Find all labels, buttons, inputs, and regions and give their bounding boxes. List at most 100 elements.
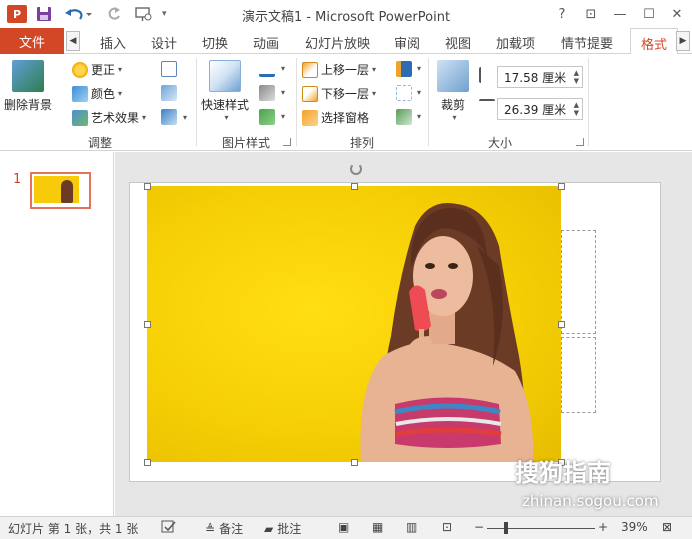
chevron-down-icon[interactable]: ▾ [417, 112, 421, 121]
selection-pane-button[interactable]: 选择窗格 [302, 109, 369, 126]
comments-label: 批注 [277, 522, 302, 536]
quick-styles-button[interactable]: 快速样式 ▾ [201, 60, 249, 122]
slide[interactable] [129, 163, 661, 482]
tab-scroll-right-icon[interactable]: ▶ [676, 31, 690, 51]
file-tab[interactable]: 文件 [0, 28, 64, 54]
resize-handle[interactable] [144, 183, 151, 190]
quick-styles-label: 快速样式 [201, 98, 250, 112]
help-button[interactable]: ? [551, 4, 573, 24]
spin-arrows-icon[interactable]: ▲ ▼ [574, 101, 579, 117]
picture-border-icon[interactable] [259, 61, 275, 77]
height-input[interactable]: 17.58 厘米 ▲ ▼ [497, 66, 583, 88]
group-divider [588, 58, 589, 146]
tab-view[interactable]: 视图 [445, 33, 471, 52]
bring-forward-button[interactable]: 上移一层 ▾ [302, 61, 376, 78]
dialog-launcher-icon[interactable] [576, 138, 584, 146]
color-button[interactable]: 颜色 ▾ [72, 85, 122, 102]
chevron-down-icon: ▾ [118, 89, 123, 98]
resize-handle[interactable] [144, 321, 151, 328]
selected-picture[interactable] [147, 186, 561, 462]
status-bar: 幻灯片 第 1 张，共 1 张 ≜ 备注 ▰ 批注 ▣ ▦ ▥ ⊡ − + 39% … [0, 516, 692, 539]
slide-thumbnail[interactable] [30, 172, 91, 209]
picture-styles-group-label: 图片样式 [221, 136, 270, 150]
text-placeholder[interactable] [561, 230, 596, 334]
group-divider [196, 58, 197, 146]
tab-review[interactable]: 审阅 [394, 33, 420, 52]
normal-view-icon[interactable]: ▣ [338, 520, 349, 534]
tab-addins[interactable]: 加载项 [496, 33, 535, 52]
corrections-button[interactable]: 更正 ▾ [72, 61, 122, 78]
slideshow-view-icon[interactable]: ⊡ [442, 520, 452, 534]
send-backward-icon [302, 85, 318, 102]
tab-design[interactable]: 设计 [151, 33, 177, 52]
tab-scroll-left-icon[interactable]: ◀ [66, 31, 80, 51]
chevron-down-icon[interactable]: ▾ [281, 88, 285, 97]
arrange-group-label: 排列 [349, 136, 374, 150]
ribbon-display-options-button[interactable]: ⊡ [580, 4, 602, 24]
watermark-brand: 搜狗指南 [515, 459, 611, 487]
tab-insert[interactable]: 插入 [100, 33, 126, 52]
quick-styles-icon [209, 60, 241, 92]
chevron-down-icon[interactable]: ▾ [417, 64, 421, 73]
tab-storyboarding[interactable]: 情节提要 [561, 33, 613, 52]
group-divider [296, 58, 297, 146]
tab-animations[interactable]: 动画 [253, 33, 279, 52]
picture-effects-icon[interactable] [259, 85, 275, 101]
tab-slideshow[interactable]: 幻灯片放映 [305, 33, 370, 52]
thumbnail-picture [34, 176, 79, 203]
align-icon[interactable] [396, 61, 412, 77]
reading-view-icon[interactable]: ▥ [406, 520, 417, 534]
zoom-in-button[interactable]: + [598, 520, 608, 534]
notes-icon: ≜ [205, 521, 216, 536]
chevron-down-icon[interactable]: ▾ [183, 113, 187, 122]
resize-handle[interactable] [351, 459, 358, 466]
chevron-down-icon: ▾ [372, 89, 377, 98]
notes-button[interactable]: ≜ 备注 [205, 520, 243, 537]
remove-background-button[interactable]: 删除背景 [4, 60, 52, 113]
resize-handle[interactable] [351, 183, 358, 190]
crop-label: 裁剪 [440, 98, 465, 112]
zoom-percent[interactable]: 39% [621, 520, 648, 534]
change-picture-icon[interactable] [161, 85, 177, 101]
spell-check-icon[interactable] [161, 520, 177, 534]
artistic-effects-icon [72, 109, 88, 126]
picture-layout-icon[interactable] [259, 109, 275, 125]
send-backward-button[interactable]: 下移一层 ▾ [302, 85, 376, 102]
tab-transitions[interactable]: 切换 [202, 33, 228, 52]
rotate-icon[interactable] [396, 109, 412, 125]
chevron-down-icon[interactable]: ▾ [417, 88, 421, 97]
group-objects-icon[interactable] [396, 85, 412, 101]
minimize-button[interactable]: — [609, 4, 631, 24]
group-divider [428, 58, 429, 146]
resize-handle[interactable] [558, 183, 565, 190]
resize-handle[interactable] [558, 321, 565, 328]
selection-pane-label: 选择窗格 [321, 111, 370, 125]
text-placeholder[interactable] [561, 337, 596, 413]
remove-background-label: 删除背景 [4, 98, 53, 112]
zoom-slider-thumb[interactable] [504, 522, 508, 534]
title-bar: P ▾ 演示文稿1 - Microsoft PowerPoint ? ⊡ — ☐… [0, 0, 692, 28]
width-input[interactable]: 26.39 厘米 ▲ ▼ [497, 98, 583, 120]
zoom-out-button[interactable]: − [474, 520, 484, 534]
comments-button[interactable]: ▰ 批注 [264, 520, 301, 537]
woman-with-popsicle-photo [360, 203, 534, 462]
selection-pane-icon [302, 109, 318, 126]
fit-to-window-icon[interactable]: ⊠ [662, 520, 672, 534]
artistic-effects-label: 艺术效果 [91, 111, 140, 125]
slide-sorter-icon[interactable]: ▦ [372, 520, 383, 534]
chevron-down-icon[interactable]: ▾ [281, 64, 285, 73]
artistic-effects-button[interactable]: 艺术效果 ▾ [72, 109, 146, 126]
rotate-handle-icon[interactable] [350, 163, 362, 175]
bring-forward-label: 上移一层 [321, 63, 370, 77]
crop-button[interactable]: 裁剪 ▾ [437, 60, 469, 122]
spin-arrows-icon[interactable]: ▲ ▼ [574, 69, 579, 85]
reset-picture-icon[interactable] [161, 109, 177, 125]
chevron-down-icon[interactable]: ▾ [281, 112, 285, 121]
tab-format[interactable]: 格式 [630, 28, 679, 55]
dialog-launcher-icon[interactable] [283, 138, 291, 146]
resize-handle[interactable] [144, 459, 151, 466]
close-button[interactable]: ✕ [666, 4, 688, 24]
maximize-button[interactable]: ☐ [638, 4, 660, 24]
compress-pictures-icon[interactable] [161, 61, 177, 77]
chevron-down-icon: ▾ [118, 65, 123, 74]
